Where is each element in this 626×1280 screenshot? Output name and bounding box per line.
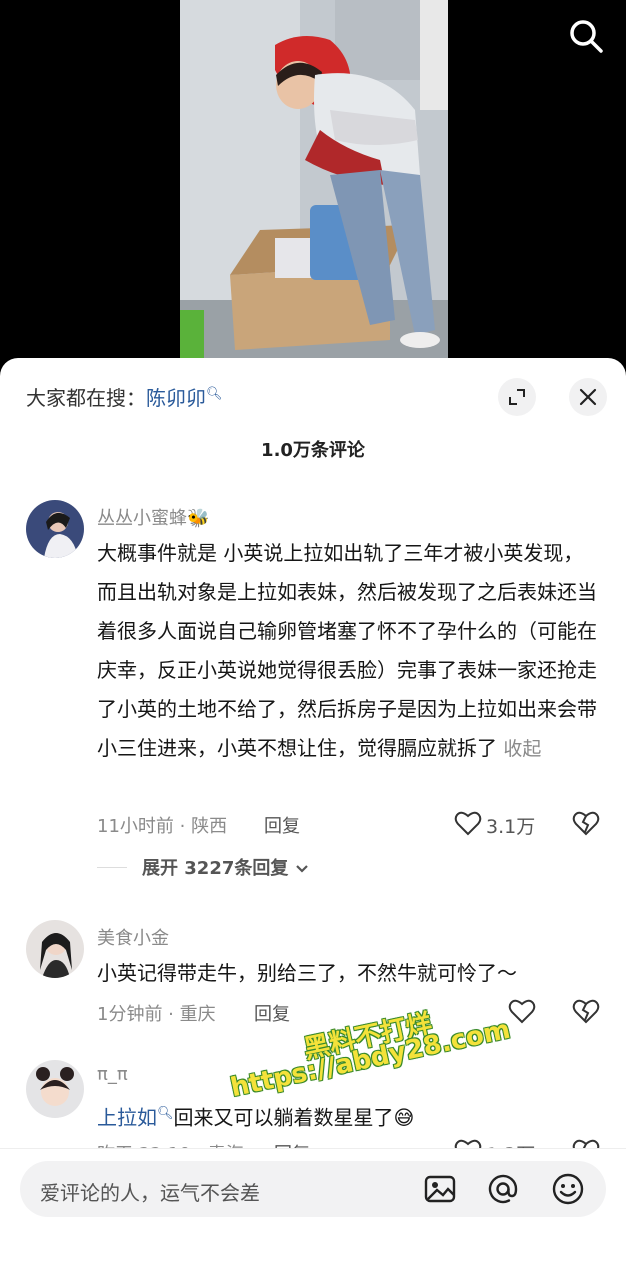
comment-text: 大概事件就是 小英说上拉如出轨了三年才被小英发现，而且出轨对象是上拉如表妹，然后… (97, 534, 597, 769)
comment-count: 1.0万条评论 (261, 440, 365, 461)
comment-text: 小英记得带走牛，别给三了，不然牛就可怜了～ (97, 961, 517, 985)
smiley-icon (552, 1173, 584, 1205)
comment-username[interactable]: π_π (97, 1064, 128, 1085)
comment-username[interactable]: 美食小金 (97, 924, 169, 950)
search-button[interactable] (566, 16, 606, 56)
video-still (180, 0, 448, 360)
comment-text-content: 回来又可以躺着数星星了😅 (173, 1105, 415, 1130)
broken-heart-icon (572, 999, 600, 1024)
chevron-down-icon (295, 865, 308, 873)
like-count: 3.1万 (486, 816, 536, 838)
expand-icon (509, 389, 525, 405)
expand-button[interactable] (498, 378, 536, 416)
video-player[interactable] (0, 0, 626, 380)
close-icon (579, 388, 597, 406)
comment-meta: 1分钟前 · 重庆 (97, 1004, 216, 1025)
watermark-line1: 黑料不打烊 (301, 1008, 435, 1066)
divider-line (97, 867, 127, 868)
collapse-link[interactable]: 收起 (503, 738, 541, 760)
mention-button[interactable] (485, 1171, 521, 1207)
search-icon (570, 20, 603, 53)
hot-search-bar[interactable]: 大家都在搜：陈卯卯🔍︎ (26, 382, 223, 411)
reply-button[interactable]: 回复 (254, 1000, 290, 1026)
expand-replies-button[interactable]: 展开 3227条回复 (142, 854, 309, 880)
heart-icon (454, 811, 482, 836)
like-button[interactable] (454, 810, 482, 836)
comment-text: 上拉如🔍︎回来又可以躺着数星星了😅 (97, 1094, 597, 1138)
dislike-button[interactable] (572, 810, 600, 836)
image-icon (424, 1175, 456, 1203)
at-sign-icon (488, 1174, 518, 1204)
image-button[interactable] (422, 1171, 458, 1207)
dislike-button[interactable] (572, 998, 600, 1024)
hot-search-prefix: 大家都在搜： (26, 386, 146, 410)
comment-sheet: 大家都在搜：陈卯卯🔍︎ 1.0万条评论 丛丛小蜜蜂🐝 大概事件就是 小英说上拉如… (0, 358, 626, 1280)
watermark-line2: https://abdy28.com (228, 1014, 513, 1104)
like-button[interactable] (508, 998, 536, 1024)
broken-heart-icon (572, 811, 600, 836)
video-frame (180, 0, 448, 360)
emoji-button[interactable] (550, 1171, 586, 1207)
mention-link[interactable]: 上拉如 (97, 1106, 157, 1130)
hot-search-keyword[interactable]: 陈卯卯 (146, 386, 206, 410)
comment-input-bar: 爱评论的人，运气不会差 (0, 1148, 626, 1280)
avatar[interactable] (26, 500, 84, 558)
mention-search-icon: 🔍︎ (157, 1106, 174, 1121)
keyword-search-icon: 🔍︎ (206, 386, 223, 402)
heart-icon (508, 999, 536, 1024)
avatar[interactable] (26, 920, 84, 978)
expand-replies-label: 展开 3227条回复 (142, 858, 289, 879)
reply-button[interactable]: 回复 (264, 812, 300, 838)
comment-input[interactable]: 爱评论的人，运气不会差 (20, 1161, 606, 1217)
avatar[interactable] (26, 1060, 84, 1118)
comment-username[interactable]: 丛丛小蜜蜂🐝 (97, 504, 209, 530)
close-button[interactable] (569, 378, 607, 416)
comment-meta: 11小时前 · 陕西 (97, 816, 228, 837)
comment-input-placeholder: 爱评论的人，运气不会差 (40, 1181, 260, 1205)
comment-text-content: 大概事件就是 小英说上拉如出轨了三年才被小英发现，而且出轨对象是上拉如表妹，然后… (97, 541, 597, 760)
